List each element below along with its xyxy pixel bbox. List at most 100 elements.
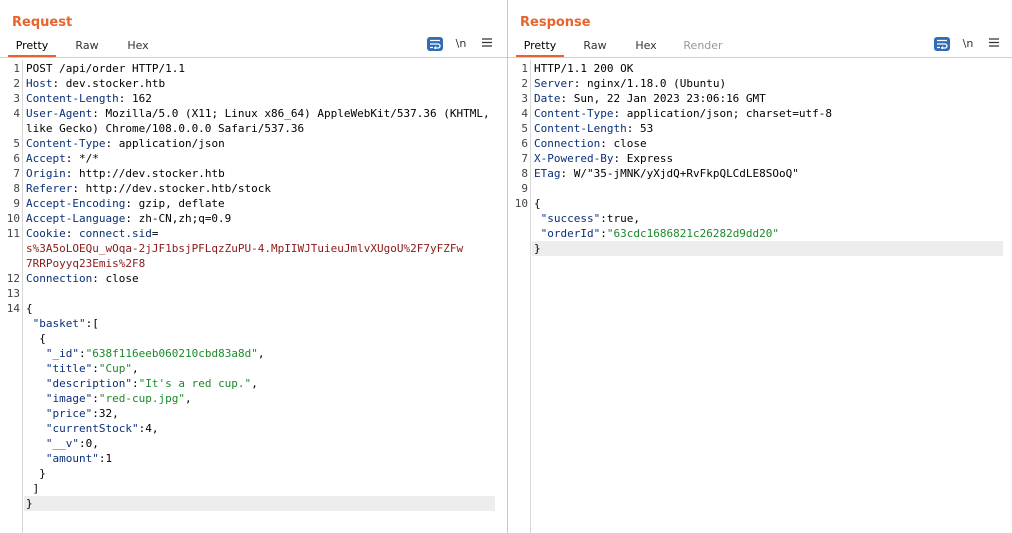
token: X-Powered-By [534,152,614,165]
line-text: Connection: close [534,136,647,151]
response-tab-render[interactable]: Render [678,36,728,57]
token: Content-Type [26,137,106,150]
token: : [600,227,607,240]
line-text: Origin: http://dev.stocker.htb [26,166,225,181]
token: : application/json; charset=utf-8 [613,107,833,120]
code-line: 8 Referer: http://dev.stocker.htb/stock [0,181,507,196]
line-number: 10 [6,212,20,225]
line-number: 13 [6,287,20,300]
line-number: 2 [521,77,528,90]
token: : Express [613,152,674,165]
word-wrap-icon[interactable] [427,37,443,51]
code-line: 7RRPoyyq23Emis%2F8 [0,256,507,271]
token: Accept-Encoding [26,197,126,210]
line-number: 12 [6,272,20,285]
token: Cookie [26,227,66,240]
token: :1 [98,452,113,465]
response-newline-toggle[interactable]: \n [960,37,976,51]
line-number: 6 [521,137,528,150]
response-tab-pretty[interactable]: Pretty [516,36,564,57]
token: , [257,347,265,360]
line-number: 9 [13,197,20,210]
line-number: 5 [13,137,20,150]
token: :32, [92,407,119,420]
code-line: 2 Server: nginx/1.18.0 (Ubuntu) [508,76,1012,91]
token: "orderId" [540,227,601,240]
response-editor[interactable]: 1 HTTP/1.1 200 OK 2 Server: nginx/1.18.0 (U… [508,60,1012,533]
token: :4, [138,422,159,435]
line-number: 9 [521,182,528,195]
code-line: "orderId":"63cdc1686821c26282d9dd20" [508,226,1012,241]
code-line: like Gecko) Chrome/108.0.0.0 Safari/537.… [0,121,507,136]
line-text: "price":32, [26,406,119,421]
line-text: ETag: W/"35-jMNK/yXjdQ+RvFkpQLCdLE8SOoQ" [534,166,799,181]
line-number: 3 [13,92,20,105]
token: : 162 [118,92,152,105]
request-editor[interactable]: 1 POST /api/order HTTP/1.1 2 Host: dev.stoc… [0,60,507,533]
token: "red-cup.jpg" [98,392,185,405]
line-text: "image":"red-cup.jpg", [26,391,192,406]
word-wrap-icon[interactable] [934,37,950,51]
line-text: "amount":1 [26,451,112,466]
token: HTTP/1.1 200 OK [534,62,634,75]
line-text: { [26,301,33,316]
token: , [251,377,258,390]
line-number: 4 [13,107,20,120]
line-number: 8 [521,167,528,180]
line-text: { [534,196,541,211]
request-tab-pretty[interactable]: Pretty [8,36,56,57]
code-line: "image":"red-cup.jpg", [0,391,507,406]
token: Content-Length [26,92,119,105]
hamburger-menu-icon[interactable] [479,37,495,51]
code-line: 9 [508,181,1012,196]
token: Connection [26,272,93,285]
line-number: 2 [13,77,20,90]
token: :[ [85,317,99,330]
token: "__v" [45,437,79,450]
token: : nginx/1.18.0 (Ubuntu) [573,77,727,90]
line-text: "__v":0, [26,436,99,451]
token: "Cup" [98,362,132,375]
request-tab-raw[interactable]: Raw [66,36,108,57]
line-number: 10 [514,197,528,210]
code-line: 3 Content-Length: 162 [0,91,507,106]
token: Referer [26,182,73,195]
line-text: "success":true, [534,211,640,226]
response-tab-raw[interactable]: Raw [574,36,616,57]
token: :0, [79,437,99,450]
token: "638f116eeb060210cbd83a8d" [85,347,258,360]
line-number: 4 [521,107,528,120]
line-text: "_id":"638f116eeb060210cbd83a8d", [26,346,265,361]
line-text: "orderId":"63cdc1686821c26282d9dd20" [534,226,779,241]
token: { [26,332,46,345]
code-line: "amount":1 [0,451,507,466]
token: "basket" [32,317,86,330]
request-tab-hex[interactable]: Hex [118,36,158,57]
hamburger-menu-icon[interactable] [986,37,1002,51]
request-newline-toggle[interactable]: \n [453,37,469,51]
code-line: { [0,331,507,346]
response-tab-hex[interactable]: Hex [626,36,666,57]
token: Server [534,77,574,90]
token: "image" [45,392,93,405]
token: } [534,242,541,255]
code-line: ] [0,481,507,496]
token: connect.sid [79,227,152,240]
code-line: s%3A5oLOEQu_wOqa-2jJF1bsjPFLqzZuPU-4.MpI… [0,241,507,256]
line-text: Accept-Language: zh-CN,zh;q=0.9 [26,211,231,226]
code-line: 7 Origin: http://dev.stocker.htb [0,166,507,181]
line-text: s%3A5oLOEQu_wOqa-2jJF1bsjPFLqzZuPU-4.MpI… [26,241,463,256]
line-text: } [26,496,33,511]
token: : application/json [105,137,225,150]
token: : zh-CN,zh;q=0.9 [125,212,232,225]
token: : [92,392,99,405]
